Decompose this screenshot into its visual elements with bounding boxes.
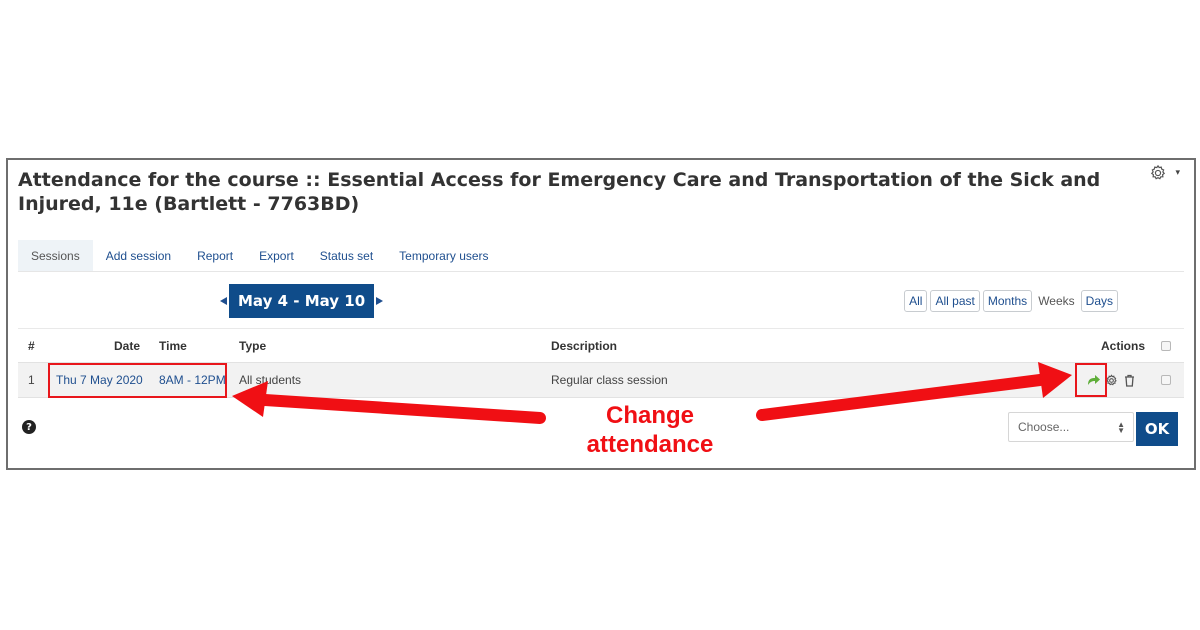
highlight-action-box <box>1075 363 1107 397</box>
header-date: Date <box>114 338 141 353</box>
filter-days-button[interactable]: Days <box>1080 290 1118 312</box>
bulk-action-select-value: Choose... <box>1018 420 1070 434</box>
header-type: Type <box>239 338 267 353</box>
annotation-line-1: Change <box>605 402 694 429</box>
view-filter-group: All All past Months Weeks Days <box>904 290 1118 312</box>
chevron-down-icon: ▾ <box>1175 168 1180 178</box>
week-navigator: May 4 - May 10 <box>220 284 384 318</box>
header-actions: Actions <box>1101 338 1146 353</box>
trash-icon[interactable] <box>1124 363 1135 397</box>
tab-temporary-users[interactable]: Temporary users <box>386 240 501 271</box>
filter-weeks-current: Weeks <box>1038 294 1075 308</box>
select-arrows-icon: ▲ ▼ <box>1117 420 1125 435</box>
filter-all-past-button[interactable]: All past <box>930 290 980 312</box>
header-number: # <box>28 338 35 353</box>
tab-sessions[interactable]: Sessions <box>18 240 93 271</box>
select-all-checkbox[interactable] <box>1161 340 1171 351</box>
gear-icon <box>1149 164 1167 182</box>
triangle-right-icon[interactable] <box>376 297 384 305</box>
tab-report[interactable]: Report <box>184 240 246 271</box>
row-type: All students <box>239 373 302 387</box>
highlight-date-time-box <box>48 363 227 398</box>
filter-months-button[interactable]: Months <box>982 290 1033 312</box>
change-attendance-annotation: Change attendance <box>560 401 740 459</box>
tab-status-set[interactable]: Status set <box>307 240 386 271</box>
tab-export[interactable]: Export <box>246 240 307 271</box>
settings-menu-button[interactable]: ▾ <box>1149 164 1180 182</box>
row-number: 1 <box>28 373 35 387</box>
tab-add-session[interactable]: Add session <box>93 240 184 271</box>
annotation-line-2: attendance <box>586 431 714 458</box>
header-description: Description <box>551 338 618 353</box>
week-range-label: May 4 - May 10 <box>229 284 375 318</box>
row-checkbox[interactable] <box>1161 375 1171 385</box>
filter-all-button[interactable]: All <box>904 290 928 312</box>
page-title: Attendance for the course :: Essential A… <box>18 169 1101 215</box>
row-checkbox-cell <box>1161 363 1171 397</box>
header-time: Time <box>159 338 187 353</box>
select-all-checkbox-cell <box>1161 329 1171 362</box>
ok-button[interactable]: OK <box>1136 412 1178 446</box>
help-icon[interactable]: ? <box>22 420 36 434</box>
row-description: Regular class session <box>551 373 668 387</box>
bulk-action-select[interactable]: Choose... ▲ ▼ <box>1008 412 1134 442</box>
table-header: # Date Time Type Description Actions <box>18 328 1184 362</box>
tab-bar: Sessions Add session Report Export Statu… <box>18 240 1184 272</box>
triangle-left-icon[interactable] <box>220 297 227 305</box>
